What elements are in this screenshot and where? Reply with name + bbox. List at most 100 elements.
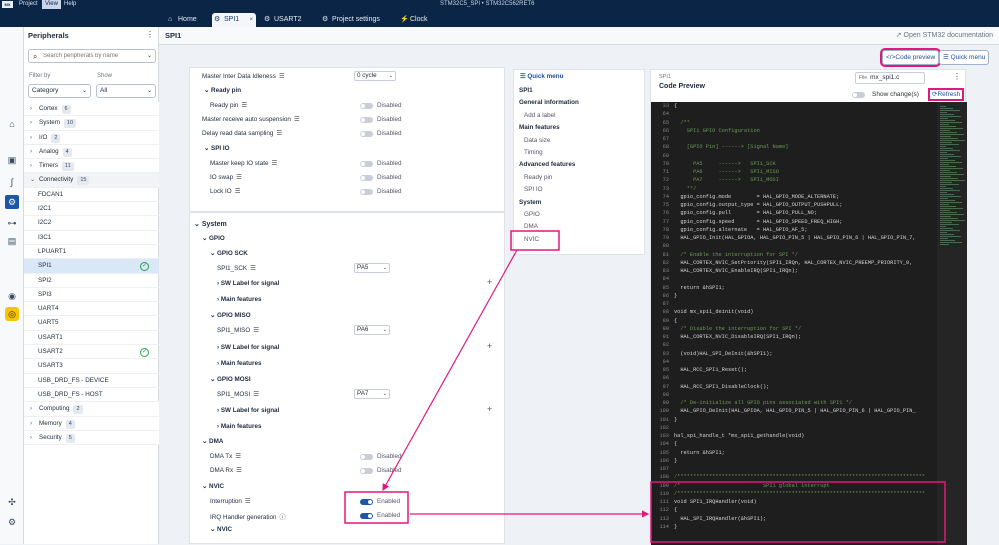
tab-home[interactable]: ⌂ Home <box>166 13 210 27</box>
search-input[interactable] <box>43 51 138 61</box>
quick-menu-item[interactable]: Main features <box>519 124 560 131</box>
main-features-sck[interactable]: › Main features <box>217 296 261 303</box>
category-security[interactable]: › Security 5 <box>24 430 159 446</box>
mosi-pin-select[interactable]: PA7 ⌄ <box>354 389 390 399</box>
peripheral-item[interactable]: I2C1 <box>24 202 159 217</box>
category-system[interactable]: › System 10 <box>24 116 159 131</box>
peripheral-item[interactable]: UART5 <box>24 316 159 331</box>
peripheral-item[interactable]: I2C2 <box>24 216 159 231</box>
quick-menu-item[interactable]: Advanced features <box>519 161 575 168</box>
dma-tx-toggle[interactable] <box>360 454 373 460</box>
add-icon[interactable]: + <box>487 404 492 414</box>
category-cortex[interactable]: › Cortex 6 <box>24 102 159 117</box>
spi-io-section[interactable]: ⌄ SPI IO <box>204 145 230 152</box>
irq-handler-toggle[interactable] <box>360 513 373 519</box>
interruption-toggle[interactable] <box>360 499 373 505</box>
tab-spi1[interactable]: ⚙ SPI1 × <box>212 13 256 27</box>
tab-project-settings[interactable]: ⚙ Project settings <box>320 13 386 27</box>
miso-pin-select[interactable]: PA6 ⌄ <box>354 325 390 335</box>
master-keep-toggle[interactable] <box>360 161 373 167</box>
io-swap-toggle[interactable] <box>360 175 373 181</box>
system-section[interactable]: ⌄ System <box>194 220 227 228</box>
quick-menu-item[interactable]: Data size <box>524 137 550 144</box>
category-connectivity[interactable]: ⌄ Connectivity 15 <box>24 173 159 188</box>
warning-icon[interactable]: ◎ <box>5 307 19 321</box>
show-select[interactable]: All ⌄ <box>96 84 156 98</box>
quick-menu-item[interactable]: Ready pin <box>524 174 552 181</box>
target-icon[interactable]: ◉ <box>5 289 19 303</box>
peripheral-item[interactable]: USB_DRD_FS - HOST <box>24 388 159 403</box>
category-memory[interactable]: › Memory 4 <box>24 416 159 431</box>
add-icon[interactable]: + <box>487 277 492 287</box>
nvic-subsection[interactable]: ⌄ NVIC <box>210 526 232 533</box>
sw-label-mosi[interactable]: › SW Label for signal <box>217 407 279 414</box>
peripheral-item[interactable]: SPI2 <box>24 274 159 288</box>
quick-menu-item[interactable]: Timing <box>524 149 543 156</box>
lock-io-toggle[interactable] <box>360 189 373 195</box>
code-preview-button[interactable]: </>Code preview <box>879 48 942 67</box>
master-receive-toggle[interactable] <box>360 117 373 123</box>
tab-clock[interactable]: ⚡ Clock <box>398 13 438 27</box>
nvic-section[interactable]: ⌄ NVIC <box>202 483 224 490</box>
more-icon[interactable]: ⋮ <box>146 30 154 39</box>
dma-section[interactable]: ⌄ DMA <box>202 438 223 445</box>
category-analog[interactable]: › Analog 4 <box>24 144 159 160</box>
sck-pin-select[interactable]: PA5 ⌄ <box>354 263 390 273</box>
peripheral-item[interactable]: SPI1 ✓ <box>24 259 159 274</box>
more-icon[interactable]: ⋮ <box>953 72 961 81</box>
quick-menu-button[interactable]: ☰ Quick menu <box>939 50 990 65</box>
extension-icon[interactable]: ✣ <box>5 495 19 509</box>
file-select[interactable]: File mx_spi1.c <box>855 72 925 84</box>
quick-menu-item[interactable]: System <box>519 199 541 206</box>
peripheral-item[interactable]: UART4 <box>24 302 159 317</box>
board-icon[interactable]: ▤ <box>5 234 19 248</box>
quick-menu-item[interactable]: General information <box>519 99 579 106</box>
documentation-link[interactable]: ↗ Open STM32 documentation <box>896 31 993 39</box>
dma-rx-toggle[interactable] <box>360 468 373 474</box>
quick-menu-item[interactable]: GPIO <box>524 211 540 218</box>
refresh-button[interactable]: ⟳Refresh <box>927 88 965 101</box>
peripheral-item[interactable]: USART3 <box>24 359 159 374</box>
home-icon[interactable]: ⌂ <box>5 117 19 131</box>
menu-view[interactable]: View <box>42 0 61 9</box>
menu-help[interactable]: Help <box>61 0 79 9</box>
delay-read-toggle[interactable] <box>360 131 373 137</box>
quick-menu-item[interactable]: NVIC <box>524 236 539 243</box>
close-icon[interactable]: × <box>249 13 253 27</box>
code-minimap[interactable] <box>937 102 967 545</box>
gpio-section[interactable]: ⌄ GPIO <box>202 235 225 242</box>
show-changes-toggle[interactable] <box>852 92 865 98</box>
quick-menu-item[interactable]: DMA <box>524 223 538 230</box>
quick-menu-item[interactable]: Add a label <box>524 112 556 119</box>
category-i-o[interactable]: › I/O 2 <box>24 130 159 145</box>
sw-label-miso[interactable]: › SW Label for signal <box>217 344 279 351</box>
category-timers[interactable]: › Timers 11 <box>24 159 159 174</box>
gpio-sck-section[interactable]: ⌄ GPIO SCK <box>210 250 248 257</box>
filter-select[interactable]: Category ⌄ <box>28 84 91 98</box>
main-features-miso[interactable]: › Main features <box>217 360 261 367</box>
ready-pin-toggle[interactable] <box>360 103 373 109</box>
peripheral-item[interactable]: SPI3 <box>24 288 159 303</box>
settings-icon[interactable]: ⚙ <box>5 515 19 529</box>
signal-icon[interactable]: ∫ <box>5 175 19 189</box>
add-icon[interactable]: + <box>487 341 492 351</box>
quick-menu-item[interactable]: SPI IO <box>524 186 543 193</box>
code-editor[interactable]: 33 {64 65 /** 66 SPI1 GPIO Configuration 67 6… <box>651 102 967 545</box>
peripheral-search[interactable]: ⌕ ⌄ <box>28 49 156 63</box>
gpio-mosi-section[interactable]: ⌄ GPIO MOSI <box>210 376 251 383</box>
peripheral-item[interactable]: I3C1 <box>24 231 159 245</box>
chevron-down-icon[interactable]: ⌄ <box>147 52 152 59</box>
peripheral-item[interactable]: USB_DRD_FS - DEVICE <box>24 374 159 388</box>
chip-icon[interactable]: ▣ <box>5 153 19 167</box>
peripheral-item[interactable]: FDCAN1 <box>24 188 159 203</box>
connect-icon[interactable]: ⊶ <box>5 216 19 230</box>
ready-pin-section[interactable]: ⌄ Ready pin <box>204 87 241 94</box>
category-computing[interactable]: › Computing 2 <box>24 402 159 417</box>
peripherals-icon[interactable]: ⚙ <box>5 195 19 209</box>
tab-usart2[interactable]: ⚙ USART2 <box>262 13 312 27</box>
master-idle-select[interactable]: 0 cycle ⌄ <box>354 71 396 81</box>
peripheral-item[interactable]: USART1 <box>24 331 159 346</box>
sw-label-sck[interactable]: › SW Label for signal <box>217 280 279 287</box>
menu-project[interactable]: Project <box>16 0 41 9</box>
main-features-mosi[interactable]: › Main features <box>217 423 261 430</box>
